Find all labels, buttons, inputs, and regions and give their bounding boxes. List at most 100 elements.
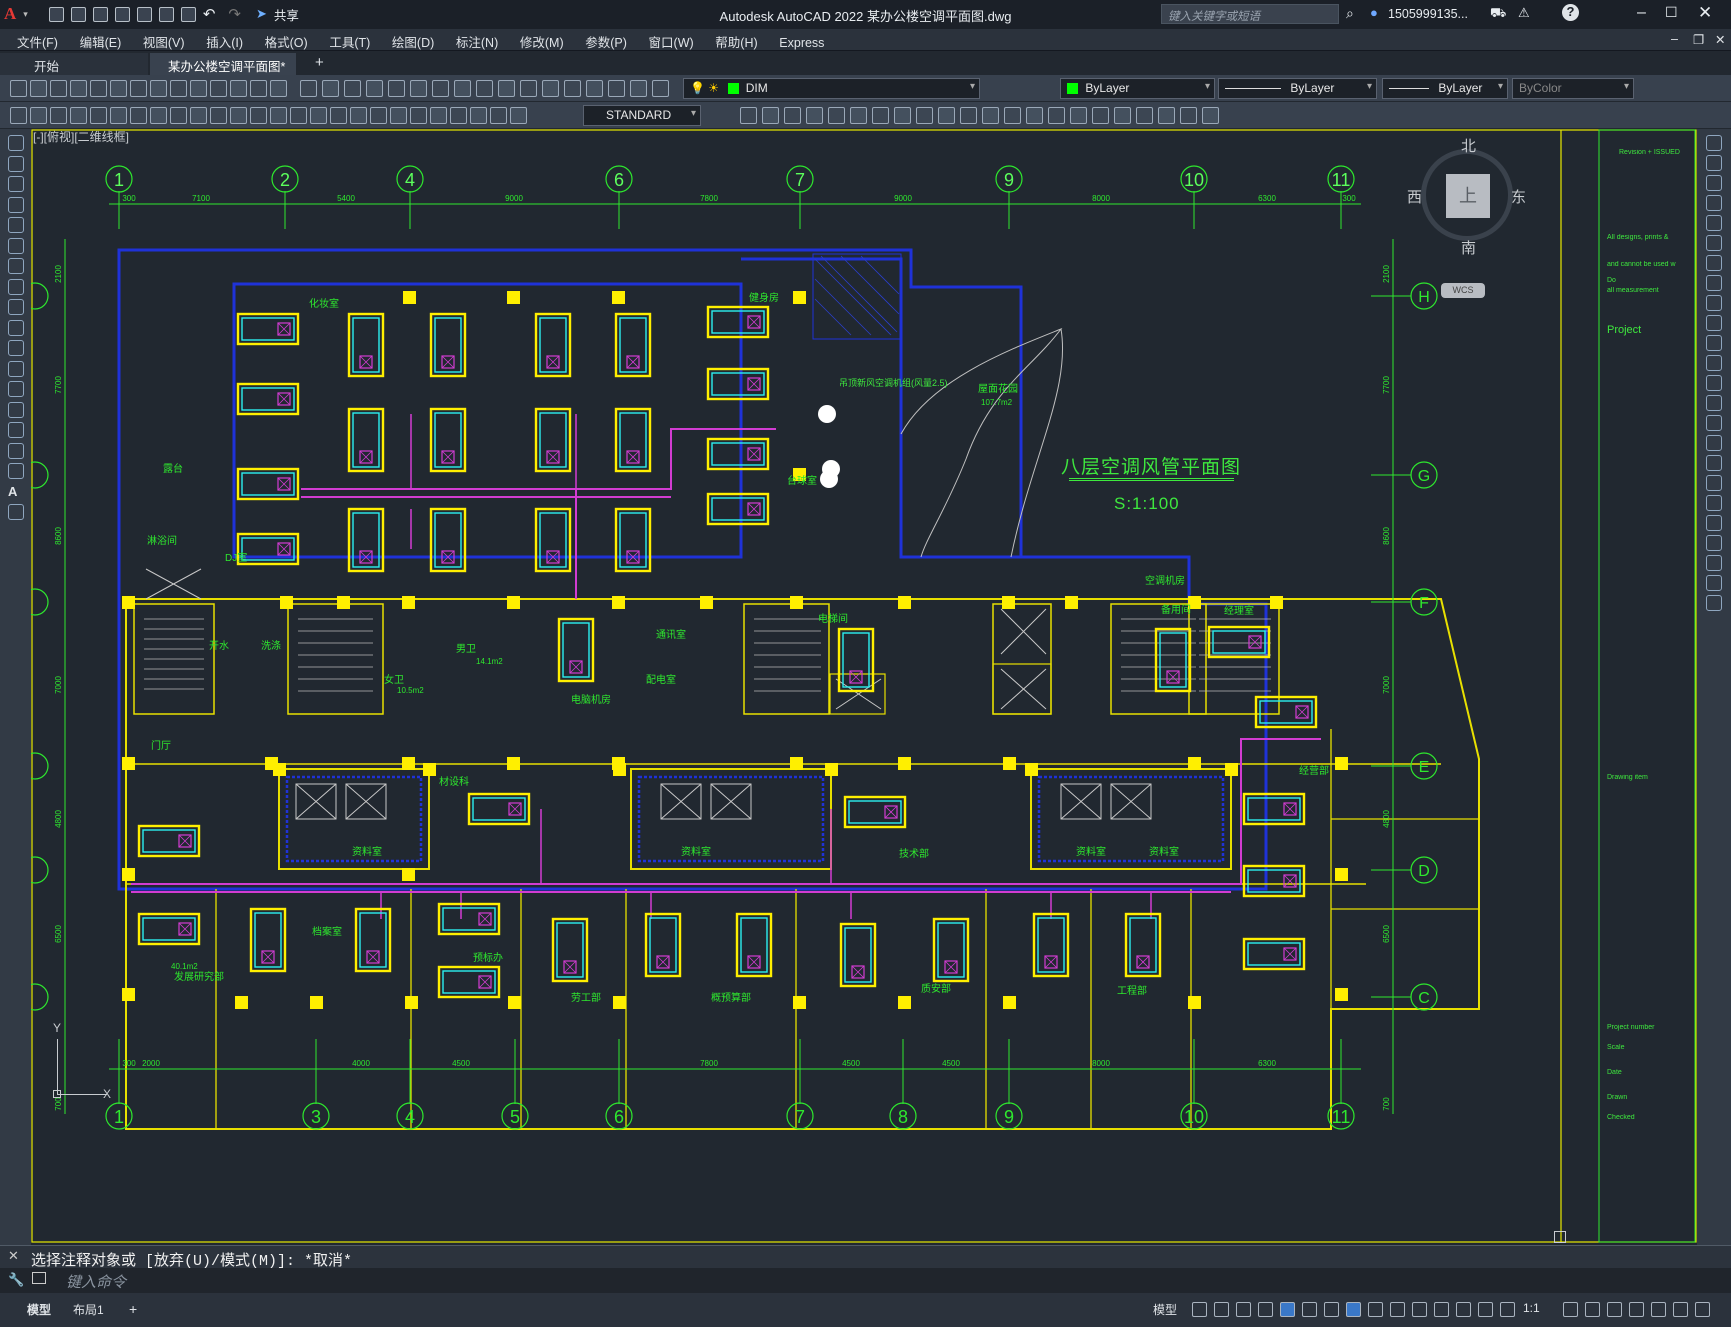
- a-icon[interactable]: [430, 107, 447, 124]
- array-icon[interactable]: [806, 107, 823, 124]
- user-icon[interactable]: ●: [1370, 5, 1378, 20]
- aligned-dim-icon[interactable]: [30, 107, 47, 124]
- layer-dropdown[interactable]: 💡 ☀ DIM: [683, 78, 980, 99]
- pedit-tool-icon[interactable]: [1706, 535, 1722, 551]
- circle-tool-icon[interactable]: [8, 237, 24, 254]
- publish-icon[interactable]: [110, 80, 127, 97]
- tab-model[interactable]: 模型: [27, 1301, 51, 1318]
- dimstyle-dropdown[interactable]: STANDARD: [583, 105, 701, 126]
- trim-icon[interactable]: [916, 107, 933, 124]
- break-point-tool-icon[interactable]: [1706, 355, 1722, 371]
- snap-icon[interactable]: [1214, 1302, 1229, 1317]
- hardware-accel-icon[interactable]: [1629, 1302, 1644, 1317]
- ungroup-icon[interactable]: [1136, 107, 1153, 124]
- search-box[interactable]: 键入关键字或短语: [1161, 4, 1339, 24]
- polygon-tool-icon[interactable]: [8, 176, 24, 192]
- help-icon[interactable]: [476, 80, 493, 97]
- spline-tool-icon[interactable]: [8, 278, 24, 295]
- e-icon[interactable]: [510, 107, 527, 124]
- annotation-scale[interactable]: 1:1: [1523, 1301, 1540, 1315]
- clean-screen-icon[interactable]: [1673, 1302, 1688, 1317]
- search-icon[interactable]: ⌕: [1346, 5, 1354, 22]
- region-tool-icon[interactable]: [8, 442, 24, 459]
- quick-props-icon[interactable]: [1607, 1302, 1622, 1317]
- ellipse-arc-tool-icon[interactable]: [8, 319, 24, 336]
- layer-lock-icon[interactable]: [630, 80, 647, 97]
- polar-icon[interactable]: [1280, 1302, 1295, 1317]
- tolerance-icon[interactable]: [270, 107, 287, 124]
- command-input[interactable]: 键入命令: [66, 1271, 126, 1292]
- minimize-icon[interactable]: –: [1637, 4, 1646, 22]
- arc-tool-icon[interactable]: [8, 217, 24, 233]
- fillet-icon[interactable]: [1048, 107, 1065, 124]
- explode-tool-icon[interactable]: [1706, 475, 1722, 491]
- maximize-icon[interactable]: ☐: [1665, 4, 1678, 21]
- ortho-icon[interactable]: [1258, 1302, 1273, 1317]
- add-selected-tool-icon[interactable]: [8, 504, 24, 520]
- baseline-dim-icon[interactable]: [190, 107, 207, 124]
- dimstyle-icon[interactable]: [410, 107, 427, 124]
- chamfer-icon[interactable]: [1026, 107, 1043, 124]
- tool-palette-icon[interactable]: [388, 80, 405, 97]
- annotate-scale-icon[interactable]: [1563, 1302, 1578, 1317]
- move-tool-icon[interactable]: [1706, 235, 1722, 251]
- splinedit-tool-icon[interactable]: [1706, 555, 1722, 571]
- new-icon[interactable]: [10, 80, 27, 97]
- scale-tool-icon[interactable]: [1706, 275, 1722, 291]
- undo-icon[interactable]: [210, 80, 227, 97]
- osnap-tracking-icon[interactable]: [1324, 1302, 1339, 1317]
- calculator-icon[interactable]: [454, 80, 471, 97]
- d-icon[interactable]: [490, 107, 507, 124]
- match-icon[interactable]: [190, 80, 207, 97]
- polyline-tool-icon[interactable]: [8, 155, 24, 172]
- jog-linear-icon[interactable]: [330, 107, 347, 124]
- search-input[interactable]: 键入关键字或短语: [1168, 8, 1260, 24]
- insert-block-tool-icon[interactable]: [8, 340, 24, 356]
- explode-icon[interactable]: [1092, 107, 1109, 124]
- pan-icon[interactable]: [250, 80, 267, 97]
- align-tool-icon[interactable]: [1706, 515, 1722, 531]
- break-pt-icon[interactable]: [960, 107, 977, 124]
- design-center-icon[interactable]: [366, 80, 383, 97]
- customize-icon[interactable]: [1695, 1302, 1710, 1317]
- selection-cycling-icon[interactable]: [1412, 1302, 1427, 1317]
- lineweight-icon[interactable]: [1368, 1302, 1383, 1317]
- annotation-visibility-icon[interactable]: [1456, 1302, 1471, 1317]
- b-icon[interactable]: [450, 107, 467, 124]
- linear-dim-icon[interactable]: [10, 107, 27, 124]
- cart-icon[interactable]: ⛟: [1490, 5, 1506, 23]
- rectangle-tool-icon[interactable]: [8, 196, 24, 213]
- erase-tool-icon[interactable]: [1706, 135, 1722, 151]
- hatchedit-tool-icon[interactable]: [1706, 575, 1722, 591]
- lineweight-dropdown[interactable]: ByLayer: [1382, 78, 1508, 99]
- break-icon[interactable]: [250, 107, 267, 124]
- layer-freeze-icon[interactable]: [608, 80, 625, 97]
- tab-drawing[interactable]: 某办公楼空调平面图* ×: [150, 53, 296, 89]
- infer-icon[interactable]: [1236, 1302, 1251, 1317]
- color-dropdown[interactable]: ByLayer: [1060, 78, 1215, 99]
- array-tool-icon[interactable]: [1706, 215, 1722, 231]
- fillet-tool-icon[interactable]: [1706, 435, 1722, 451]
- tab-start[interactable]: 开始: [0, 53, 148, 75]
- attdef-icon[interactable]: [1180, 107, 1197, 124]
- plot-icon[interactable]: [70, 80, 87, 97]
- paste-icon[interactable]: [170, 80, 187, 97]
- join-icon[interactable]: [1004, 107, 1021, 124]
- isolate-icon[interactable]: [1651, 1302, 1666, 1317]
- hatch-tool-icon[interactable]: [8, 401, 24, 418]
- properties-icon[interactable]: [344, 80, 361, 97]
- viewcube-north[interactable]: 北: [1461, 135, 1476, 156]
- edit-dim-icon[interactable]: [350, 107, 367, 124]
- inspect-icon[interactable]: [310, 107, 327, 124]
- edit-text-icon[interactable]: [370, 107, 387, 124]
- viewcube-west[interactable]: 西: [1407, 186, 1422, 207]
- command-icon[interactable]: [32, 1272, 46, 1284]
- rotate-tool-icon[interactable]: [1706, 255, 1722, 271]
- annotation-monitor-icon[interactable]: [1434, 1302, 1449, 1317]
- layer-props-icon[interactable]: [498, 80, 515, 97]
- drawing-canvas[interactable]: [-][俯视][二维线框] 1 2 4 6 7 9 10 11 300 7100…: [31, 129, 1697, 1245]
- plotstyle-dropdown[interactable]: ByColor: [1512, 78, 1634, 99]
- isodraft-icon[interactable]: [1302, 1302, 1317, 1317]
- close-icon[interactable]: ✕: [1698, 3, 1712, 23]
- transparency-icon[interactable]: [1390, 1302, 1405, 1317]
